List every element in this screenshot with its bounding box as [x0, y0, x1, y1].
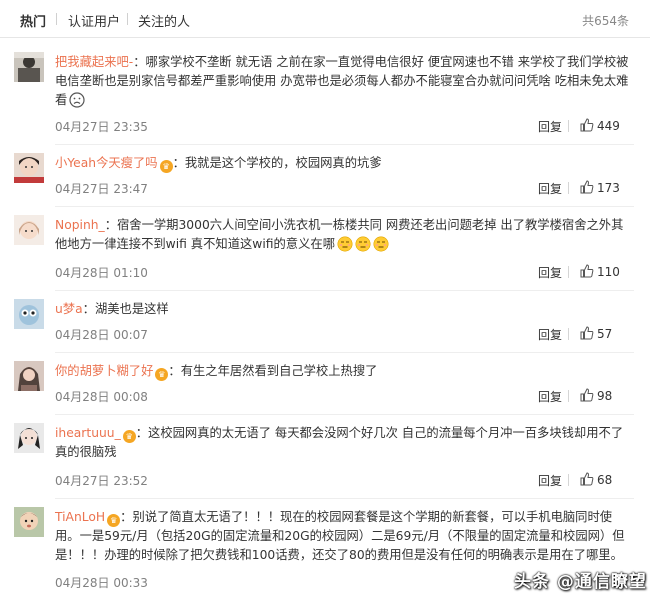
like-count: 98 [597, 389, 613, 403]
comment-timestamp: 04月27日 23:47 [55, 182, 148, 196]
comment-tabs: 热门 认证用户 关注的人 共654条 [0, 0, 650, 38]
action-divider [568, 390, 569, 402]
comment-text: u梦a：湖美也是这样 [55, 300, 635, 319]
comment-username[interactable]: 把我藏起来吧- [55, 55, 133, 69]
comment-content: ：我就是这个学校的，校园网真的坑爹 [172, 156, 382, 170]
avatar[interactable] [14, 507, 44, 537]
tab-following[interactable]: 关注的人 [138, 11, 190, 30]
comment-divider [55, 352, 634, 353]
comment-text: Nopinh_：宿舍一学期3000六人间空间小洗衣机一栋楼共同 网费还老出问题老… [55, 216, 635, 254]
reply-button[interactable]: 回复 [538, 264, 562, 281]
comment-username[interactable]: 你的胡萝卜糊了好 [55, 364, 153, 378]
awkward-emoji-icon [337, 236, 353, 252]
thumbs-up-icon [580, 388, 594, 402]
like-button[interactable]: 173 [580, 180, 620, 195]
comment-text: 你的胡萝卜糊了好 ♛ ：有生之年居然看到自己学校上热搜了 [55, 362, 635, 381]
comment-username[interactable]: 小Yeah今天瘦了吗 [55, 156, 158, 170]
comment-username[interactable]: iheartuuu_ [55, 426, 121, 440]
awkward-emoji-icon [355, 236, 371, 252]
comment-timestamp: 04月28日 00:33 [55, 576, 148, 590]
comment-timestamp: 04月27日 23:52 [55, 474, 148, 488]
avatar[interactable] [14, 215, 44, 245]
comment-text: iheartuuu_ ♛ ：这校园网真的太无语了 每天都会没网个好几次 自己的流量每… [55, 424, 635, 462]
tab-hot[interactable]: 热门 [20, 11, 46, 30]
vip-crown-icon: ♛ [107, 514, 121, 527]
comment-content: ：这校园网真的太无语了 每天都会没网个好几次 自己的流量每个月冲一百多块钱却用不… [55, 426, 624, 459]
thumbs-up-icon [580, 472, 594, 486]
reply-button[interactable]: 回复 [538, 118, 562, 135]
like-button[interactable]: 68 [580, 472, 612, 487]
comment-username[interactable]: Nopinh_ [55, 218, 105, 232]
avatar[interactable] [14, 423, 44, 453]
comment-total-count: 共654条 [582, 14, 629, 28]
tab-divider [56, 13, 57, 25]
thumbs-up-icon [580, 118, 594, 132]
comment-divider [55, 290, 634, 291]
vip-crown-icon: ♛ [159, 160, 173, 173]
comment-timestamp: 04月28日 00:07 [55, 328, 148, 342]
reply-button[interactable]: 回复 [538, 180, 562, 197]
like-count: 68 [597, 473, 613, 487]
reply-button[interactable]: 回复 [538, 472, 562, 489]
like-button[interactable]: 98 [580, 388, 612, 403]
tab-divider [127, 13, 128, 25]
tab-verified-users[interactable]: 认证用户 [68, 11, 120, 30]
reply-button[interactable]: 回复 [538, 326, 562, 343]
comment-text: 小Yeah今天瘦了吗 ♛ ：我就是这个学校的，校园网真的坑爹 [55, 154, 635, 173]
frown-emoji-icon [69, 92, 85, 108]
action-divider [568, 120, 569, 132]
action-divider [568, 182, 569, 194]
comment-text: 把我藏起来吧-：哪家学校不垄断 就无语 之前在家一直觉得电信很好 便宜网速也不错… [55, 53, 635, 110]
avatar[interactable] [14, 361, 44, 391]
avatar[interactable] [14, 299, 44, 329]
comment-content: ：有生之年居然看到自己学校上热搜了 [168, 364, 378, 378]
comment-divider [55, 498, 634, 499]
comment-divider [55, 144, 634, 145]
awkward-emoji-icon [373, 236, 389, 252]
like-button[interactable]: 449 [580, 118, 620, 133]
comment-username[interactable]: TiAnLoH [55, 510, 105, 524]
thumbs-up-icon [580, 180, 594, 194]
like-button[interactable]: 57 [580, 326, 612, 341]
action-divider [568, 328, 569, 340]
comment-content: ：哪家学校不垄断 就无语 之前在家一直觉得电信很好 便宜网速也不错 来学校了我们… [55, 55, 629, 107]
action-divider [568, 266, 569, 278]
comment-content: ：湖美也是这样 [82, 302, 169, 316]
like-count: 57 [597, 327, 613, 341]
like-button[interactable]: 110 [580, 264, 620, 279]
like-count: 173 [597, 181, 620, 195]
thumbs-up-icon [580, 326, 594, 340]
like-count: 449 [597, 119, 620, 133]
comment-text: TiAnLoH ♛ ：别说了简直太无语了！！！现在的校园网套餐是这个学期的新套餐，可… [55, 508, 635, 565]
comment-divider [55, 206, 634, 207]
like-count: 110 [597, 265, 620, 279]
comment-timestamp: 04月28日 01:10 [55, 266, 148, 280]
thumbs-up-icon [580, 264, 594, 278]
avatar[interactable] [14, 153, 44, 183]
action-divider [568, 474, 569, 486]
avatar[interactable] [14, 52, 44, 82]
reply-button[interactable]: 回复 [538, 388, 562, 405]
comment-timestamp: 04月27日 23:35 [55, 120, 148, 134]
vip-crown-icon: ♛ [122, 430, 136, 443]
comment-content: ：别说了简直太无语了！！！现在的校园网套餐是这个学期的新套餐，可以手机电脑同时使… [55, 510, 625, 562]
comment-divider [55, 414, 634, 415]
vip-crown-icon: ♛ [155, 368, 169, 381]
watermark: 头条 @通信瞭望 [514, 572, 647, 592]
comment-timestamp: 04月28日 00:08 [55, 390, 148, 404]
comment-username[interactable]: u梦a [55, 302, 83, 316]
